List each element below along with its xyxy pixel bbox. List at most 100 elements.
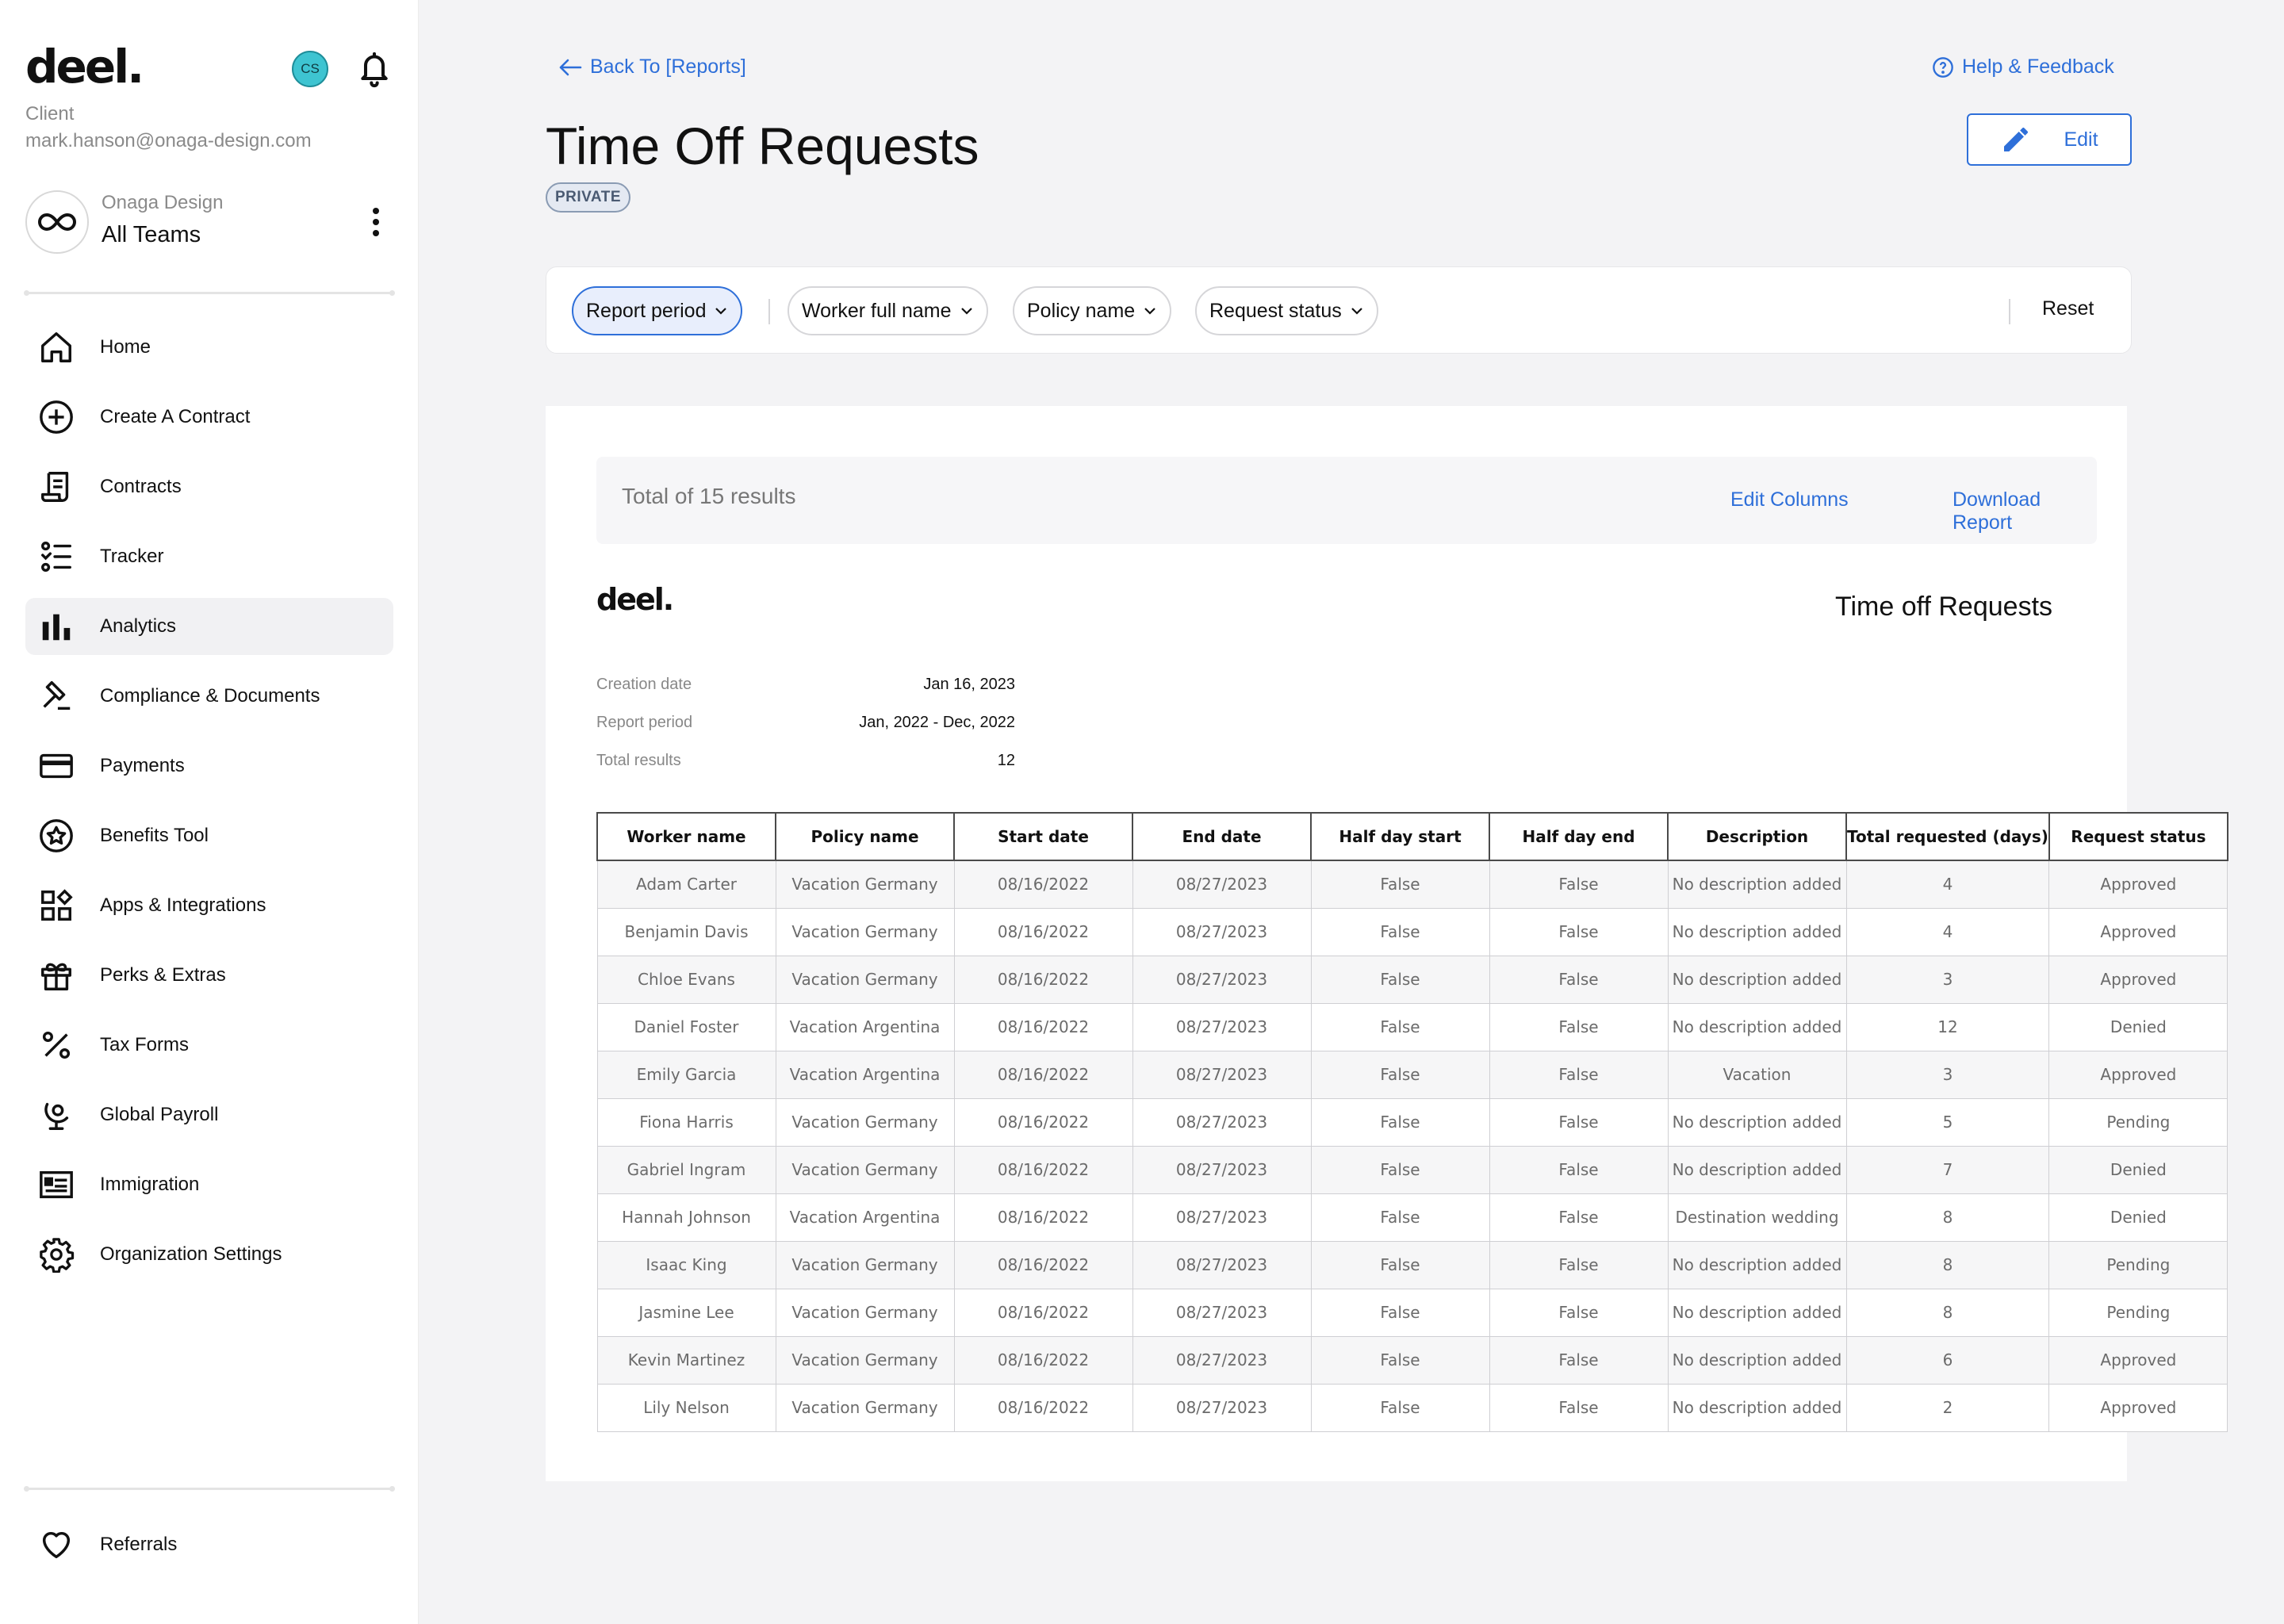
meta-label-total-results: Total results [596, 752, 681, 769]
table-cell: 08/27/2023 [1132, 1288, 1312, 1337]
table-cell: 08/27/2023 [1132, 1097, 1312, 1147]
sidebar-item-tracker[interactable]: Tracker [25, 528, 393, 585]
table-cell: Vacation Germany [775, 1288, 955, 1337]
table-cell: False [1310, 1193, 1490, 1242]
table-cell: 2 [1845, 1383, 2050, 1432]
table-cell: 3 [1845, 955, 2050, 1004]
column-header: Description [1667, 812, 1847, 861]
table-cell: False [1489, 1383, 1669, 1432]
table-row: Emily Garcia Vacation Argentina 08/16/2022… [596, 1050, 2228, 1099]
table-cell: Approved [2048, 1050, 2228, 1099]
table-cell: Vacation Germany [775, 907, 955, 956]
deel-logo[interactable]: deel. [25, 40, 144, 94]
table-cell: 8 [1845, 1193, 2050, 1242]
filter-chip-label: Policy name [1027, 299, 1136, 322]
sidebar-item-perks[interactable]: Perks & Extras [25, 947, 393, 1004]
table-cell: 08/27/2023 [1132, 955, 1312, 1004]
filter-worker-full-name[interactable]: Worker full name [788, 286, 988, 335]
pencil-icon [2004, 128, 2029, 151]
team-logo[interactable] [25, 190, 89, 254]
sidebar-divider [24, 1486, 395, 1492]
column-header: Half day start [1310, 812, 1490, 861]
column-header: Half day end [1489, 812, 1669, 861]
report-title: Time off Requests [1835, 592, 2053, 622]
filter-report-period[interactable]: Report period [572, 286, 743, 335]
table-cell: 08/16/2022 [953, 1097, 1133, 1147]
table-cell: False [1489, 860, 1669, 909]
table-row: Daniel Foster Vacation Argentina 08/16/202… [596, 1002, 2228, 1051]
table-cell: Lily Nelson [596, 1383, 776, 1432]
table-cell: 08/16/2022 [953, 1145, 1133, 1194]
edit-button[interactable]: Edit [1967, 113, 2132, 166]
bell-icon[interactable] [357, 51, 392, 89]
kebab-menu-icon[interactable] [366, 205, 385, 239]
help-feedback-link[interactable]: Help & Feedback [1932, 56, 2114, 79]
table-cell: Vacation Germany [775, 955, 955, 1004]
sidebar-item-compliance[interactable]: Compliance & Documents [25, 668, 393, 725]
results-toolbar: Total of 15 results Edit Columns Downloa… [596, 457, 2097, 544]
team-selector[interactable]: All Teams [102, 222, 201, 248]
filter-request-status[interactable]: Request status [1195, 286, 1378, 335]
table-cell: 7 [1845, 1145, 2050, 1194]
help-circle-icon [1933, 56, 1953, 78]
user-avatar[interactable]: CS [292, 51, 328, 87]
table-cell: Vacation Germany [775, 1145, 955, 1194]
sidebar-item-payments[interactable]: Payments [25, 737, 393, 795]
filter-separator [2009, 299, 2010, 324]
star-badge-icon [36, 816, 76, 856]
table-cell: Hannah Johnson [596, 1193, 776, 1242]
column-header: Request status [2048, 812, 2228, 861]
table-cell: 08/27/2023 [1132, 860, 1312, 909]
plus-circle-icon [36, 397, 76, 437]
table-cell: Vacation Germany [775, 1097, 955, 1147]
table-row: Lily Nelson Vacation Germany 08/16/2022 08/… [596, 1383, 2228, 1432]
sidebar-item-apps[interactable]: Apps & Integrations [25, 877, 393, 934]
filter-chip-label: Request status [1209, 299, 1342, 322]
table-cell: Adam Carter [596, 860, 776, 909]
table-cell: 08/16/2022 [953, 1050, 1133, 1099]
sidebar-item-analytics[interactable]: Analytics [25, 598, 393, 655]
sidebar-item-benefits[interactable]: Benefits Tool [25, 807, 393, 864]
table-row: Benjamin Davis Vacation Germany 08/16/2022… [596, 907, 2228, 956]
sidebar-item-label: Payments [100, 755, 185, 776]
sidebar-item-referrals[interactable]: Referrals [25, 1516, 393, 1573]
table-cell: False [1310, 1050, 1490, 1099]
sidebar-item-immigration[interactable]: Immigration [25, 1156, 393, 1213]
sidebar-item-tax-forms[interactable]: Tax Forms [25, 1017, 393, 1074]
table-cell: Approved [2048, 1335, 2228, 1385]
download-report-link[interactable]: Download Report [1953, 488, 2097, 534]
back-to-reports-link[interactable]: Back To [Reports] [558, 56, 746, 79]
column-header: End date [1132, 812, 1312, 861]
reset-filters-button[interactable]: Reset [2042, 297, 2094, 320]
sidebar-item-org-settings[interactable]: Organization Settings [25, 1226, 393, 1283]
table-cell: Vacation Argentina [775, 1193, 955, 1242]
apps-grid-icon [36, 886, 76, 925]
table-cell: 12 [1845, 1002, 2050, 1051]
sidebar-item-home[interactable]: Home [25, 319, 393, 376]
column-header: Policy name [775, 812, 955, 861]
table-cell: False [1310, 860, 1490, 909]
table-cell: 08/16/2022 [953, 1193, 1133, 1242]
table-cell: Vacation Germany [775, 1335, 955, 1385]
table-cell: Isaac King [596, 1240, 776, 1289]
filter-policy-name[interactable]: Policy name [1013, 286, 1172, 335]
table-row: Fiona Harris Vacation Germany 08/16/2022 08… [596, 1097, 2228, 1147]
table-cell: Kevin Martinez [596, 1335, 776, 1385]
table-cell: Approved [2048, 907, 2228, 956]
table-cell: 08/27/2023 [1132, 1002, 1312, 1051]
edit-columns-link[interactable]: Edit Columns [1730, 488, 1849, 511]
table-row: Gabriel Ingram Vacation Germany 08/16/2022… [596, 1145, 2228, 1194]
sidebar-item-contracts[interactable]: Contracts [25, 458, 393, 515]
sidebar-item-label: Compliance & Documents [100, 685, 320, 707]
sidebar-item-create-contract[interactable]: Create A Contract [25, 389, 393, 446]
table-cell: 08/27/2023 [1132, 1383, 1312, 1432]
sidebar-item-global-payroll[interactable]: Global Payroll [25, 1086, 393, 1143]
infinity-icon [38, 213, 76, 232]
table-cell: False [1310, 1002, 1490, 1051]
back-link-label: Back To [Reports] [590, 56, 746, 78]
table-cell: False [1489, 1335, 1669, 1385]
table-cell: No description added [1667, 907, 1847, 956]
sidebar-item-label: Tax Forms [100, 1034, 190, 1055]
table-cell: 08/16/2022 [953, 1335, 1133, 1385]
table-row: Hannah Johnson Vacation Argentina 08/16/20… [596, 1193, 2228, 1242]
